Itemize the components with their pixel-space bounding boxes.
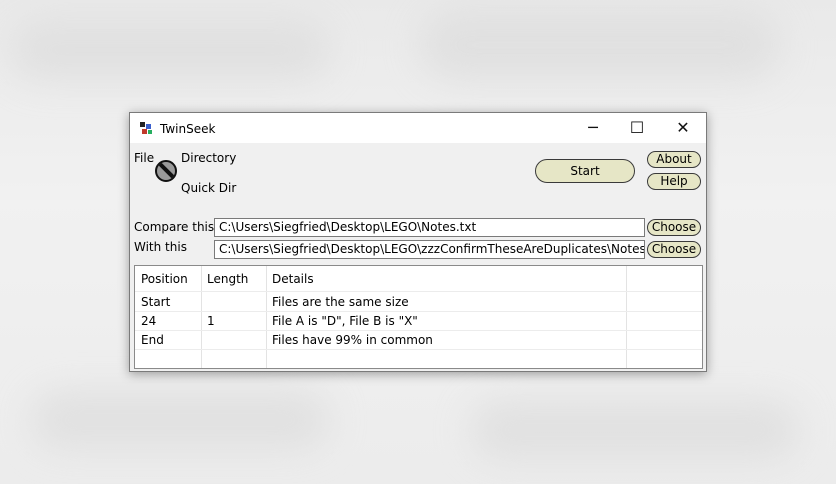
close-button[interactable]: ✕ — [660, 113, 706, 143]
table-row[interactable]: Start Files are the same size — [135, 292, 702, 312]
compare-this-label: Compare this — [134, 220, 215, 234]
row-length: 1 — [207, 314, 215, 328]
row-details: File A is "D", File B is "X" — [272, 314, 418, 328]
dial-pointer-icon — [158, 162, 175, 180]
table-row[interactable]: 24 1 File A is "D", File B is "X" — [135, 311, 702, 331]
compare-path-field[interactable]: C:\Users\Siegfried\Desktop\LEGO\Notes.tx… — [214, 218, 645, 237]
choose-with-button[interactable]: Choose — [647, 241, 701, 258]
row-position: Start — [141, 295, 171, 309]
title-bar: TwinSeek ─ ☐ ✕ — [130, 113, 706, 143]
minimize-button[interactable]: ─ — [570, 113, 616, 143]
mode-dial-knob[interactable] — [155, 160, 177, 182]
twinseek-app-icon — [140, 122, 152, 134]
with-path-field[interactable]: C:\Users\Siegfried\Desktop\LEGO\zzzConfi… — [214, 240, 645, 259]
background-blur — [30, 390, 330, 450]
mode-directory-label[interactable]: Directory — [181, 151, 236, 165]
maximize-button[interactable]: ☐ — [614, 113, 660, 143]
about-button[interactable]: About — [647, 151, 701, 168]
column-header-length[interactable]: Length — [207, 272, 248, 286]
column-header-details[interactable]: Details — [272, 272, 314, 286]
column-header-position[interactable]: Position — [141, 272, 188, 286]
table-row-empty — [135, 349, 702, 368]
background-blur — [470, 400, 800, 460]
mode-file-label[interactable]: File — [134, 151, 154, 165]
mode-quick-dir-label[interactable]: Quick Dir — [181, 181, 236, 195]
background-blur — [420, 10, 780, 80]
row-position: 24 — [141, 314, 157, 328]
table-row[interactable]: End Files have 99% in common — [135, 330, 702, 350]
window-title: TwinSeek — [160, 122, 216, 136]
row-details: Files are the same size — [272, 295, 409, 309]
choose-compare-button[interactable]: Choose — [647, 219, 701, 236]
help-button[interactable]: Help — [647, 173, 701, 190]
table-header: Position Length Details — [135, 266, 702, 292]
results-table[interactable]: Position Length Details Start Files are … — [134, 265, 703, 369]
with-this-label: With this — [134, 240, 187, 254]
row-details: Files have 99% in common — [272, 333, 433, 347]
start-button[interactable]: Start — [535, 159, 635, 183]
row-position: End — [141, 333, 164, 347]
twinseek-window: TwinSeek ─ ☐ ✕ File Directory Quick Dir … — [129, 112, 707, 372]
background-blur — [10, 20, 330, 80]
